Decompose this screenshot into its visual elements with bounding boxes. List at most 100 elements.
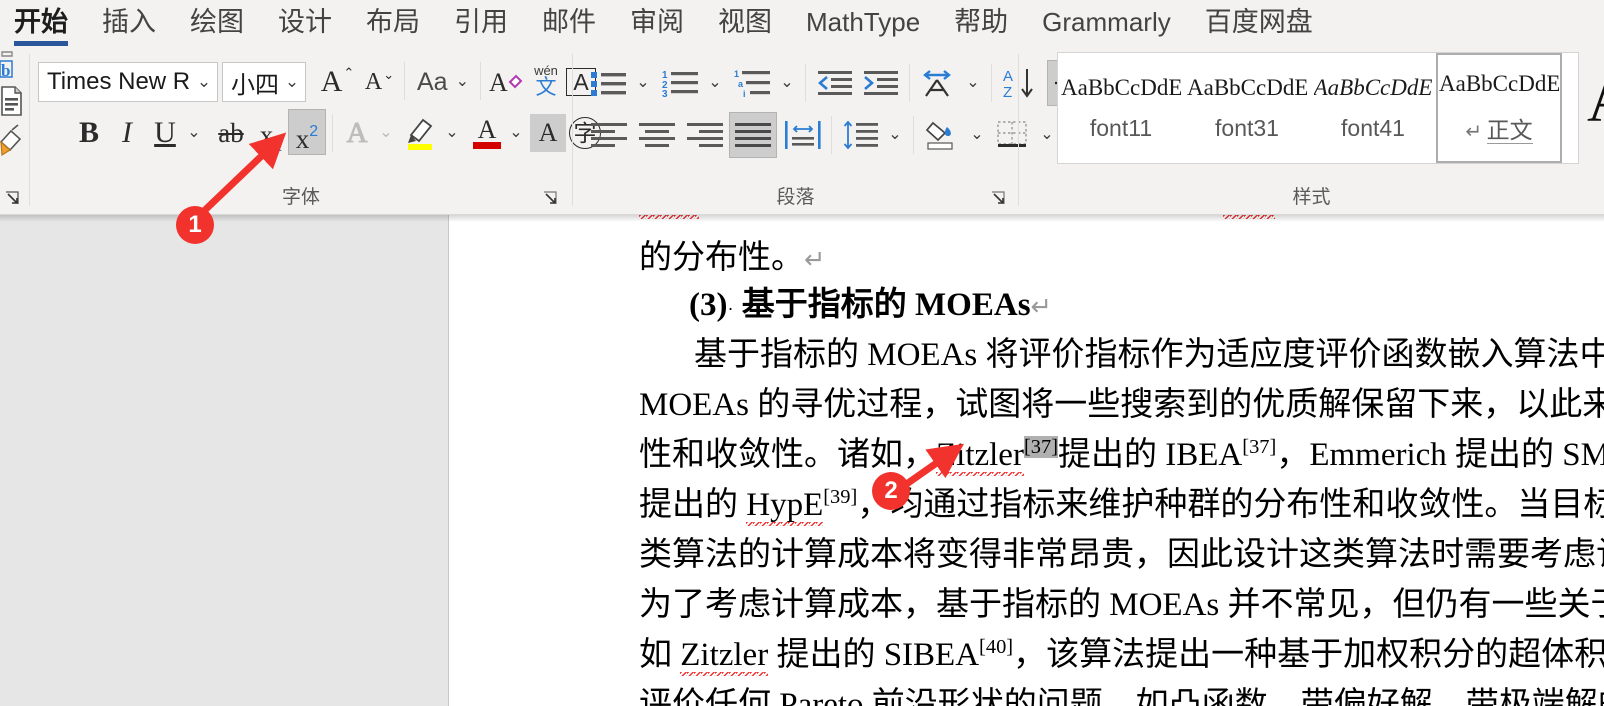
font-name-combo[interactable]: Times New Ror ⌄: [38, 62, 218, 102]
divider: [913, 116, 914, 154]
document-canvas[interactable]: 的分布性。↵ (3)· 基于指标的 MOEAs↵ 基于指标的 MOEAs 将评价…: [0, 215, 1604, 706]
paragraph-dialog-launcher[interactable]: [988, 189, 1008, 209]
align-right-button[interactable]: [683, 116, 727, 154]
align-left-button[interactable]: [587, 116, 631, 154]
annotation-badge-1: 1: [176, 206, 214, 244]
doc-line-9[interactable]: 如 Zitzler 提出的 SIBEA[40]，该算法提出一种基于加权积分的超体…: [639, 627, 1604, 679]
line-spacing-dropdown[interactable]: ⌄: [883, 116, 907, 154]
tab-shitu[interactable]: 视图: [704, 0, 786, 41]
styles-gallery[interactable]: AaBbCcDdEe font11 AaBbCcDdE font31 AaBbC…: [1057, 52, 1579, 164]
character-shading-button[interactable]: A: [530, 114, 566, 152]
chevron-down-icon[interactable]: ⌄: [970, 127, 983, 143]
doc-line-4[interactable]: MOEAs 的寻优过程，试图将一些搜索到的优质解保留下来，以此来维护种群: [639, 377, 1604, 425]
font-size-combo[interactable]: 小四 ⌄: [222, 62, 306, 102]
tab-huitu[interactable]: 绘图: [176, 0, 258, 41]
style-item-font41[interactable]: AaBbCcDdE font41: [1310, 53, 1436, 163]
distributed-button[interactable]: [781, 116, 825, 154]
align-center-button[interactable]: [635, 116, 679, 154]
change-case-button[interactable]: Aa ⌄: [412, 62, 474, 102]
justify-button[interactable]: [729, 112, 777, 158]
document-page[interactable]: 的分布性。↵ (3)· 基于指标的 MOEAs↵ 基于指标的 MOEAs 将评价…: [448, 215, 1604, 706]
doc-line-6[interactable]: 提出的 HypE[39]，均通过指标来维护种群的分布性和收敛性。当目标数量增加: [639, 477, 1604, 529]
tab-label: 视图: [718, 7, 772, 37]
shading-dropdown[interactable]: ⌄: [965, 116, 989, 154]
tab-baidu-netdisk[interactable]: 百度网盘: [1191, 0, 1327, 41]
chevron-down-icon[interactable]: ⌄: [636, 75, 649, 91]
chevron-down-icon[interactable]: ⌄: [191, 72, 217, 92]
italic-button[interactable]: I: [110, 114, 144, 152]
font-color-label: A: [477, 115, 497, 144]
tab-label: 审阅: [630, 7, 684, 37]
style-item-font11[interactable]: AaBbCcDdEe font11: [1058, 53, 1184, 163]
font-size-value: 小四: [231, 71, 279, 99]
font-dialog-launcher[interactable]: [540, 189, 560, 209]
multilevel-list-button[interactable]: 1 a i: [731, 64, 775, 102]
doc-line-2[interactable]: (3)· 基于指标的 MOEAs↵: [689, 277, 1052, 325]
tab-mathtype[interactable]: MathType: [792, 0, 934, 41]
tab-grammarly[interactable]: Grammarly: [1028, 0, 1185, 41]
doc-line-5[interactable]: 性和收敛性。诸如，Zitzler[37]提出的 IBEA[37]，Emmeric…: [639, 427, 1604, 479]
svg-text:3: 3: [662, 89, 668, 98]
grow-font-button[interactable]: A ⌃: [318, 62, 356, 102]
chevron-down-icon[interactable]: ⌄: [888, 127, 901, 143]
subscript-button[interactable]: x 2: [252, 114, 290, 155]
doc-line-3[interactable]: 基于指标的 MOEAs 将评价指标作为适应度评价函数嵌入算法中，用: [694, 327, 1604, 375]
chevron-down-icon[interactable]: ⌄: [445, 125, 458, 141]
decrease-indent-button[interactable]: [813, 64, 857, 102]
superscript-button[interactable]: x 2: [288, 109, 326, 155]
format-painter-icon[interactable]: [0, 124, 28, 163]
chevron-down-icon[interactable]: ⌄: [966, 75, 979, 91]
paste-icon[interactable]: b: [0, 50, 24, 85]
highlight-dropdown[interactable]: ⌄: [440, 114, 464, 152]
doc-line-1[interactable]: 的分布性。↵: [639, 230, 826, 278]
phonetic-guide-button[interactable]: wén 文: [528, 60, 564, 104]
strikethrough-button[interactable]: ab: [212, 114, 250, 152]
tab-bangzhu[interactable]: 帮助: [940, 0, 1022, 41]
text-effects-button[interactable]: A: [338, 114, 376, 152]
chevron-down-icon[interactable]: ⌄: [509, 125, 522, 141]
style-preview: AaBbCcDdEe: [1439, 71, 1559, 96]
clipboard-dialog-launcher[interactable]: [2, 189, 22, 209]
increase-indent-button[interactable]: [859, 64, 903, 102]
superscript-label: x: [295, 124, 310, 154]
tab-kaishi[interactable]: 开始: [0, 0, 82, 46]
text-effects-dropdown[interactable]: ⌄: [374, 114, 398, 152]
bullets-button[interactable]: [587, 64, 631, 102]
shading-button[interactable]: [921, 114, 965, 156]
chevron-down-icon[interactable]: ⌄: [780, 75, 793, 91]
styles-overflow-button[interactable]: A: [1587, 70, 1604, 132]
underline-button[interactable]: U: [148, 114, 182, 152]
bullets-dropdown[interactable]: ⌄: [631, 64, 655, 102]
multilevel-list-dropdown[interactable]: ⌄: [775, 64, 799, 102]
text-highlight-color-button[interactable]: [402, 112, 442, 154]
shrink-font-button[interactable]: A ⌄: [360, 62, 398, 102]
doc-line-10[interactable]: 评价任何 Pareto 前沿形状的问题，如凸函数、带偏好解、带极端解的问题等。B: [639, 677, 1604, 706]
tab-buju[interactable]: 布局: [352, 0, 434, 41]
caret-down-icon: ⌄: [383, 67, 395, 82]
tab-youjian[interactable]: 邮件: [528, 0, 610, 41]
tab-shenyue[interactable]: 审阅: [616, 0, 698, 41]
chinese-layout-dropdown[interactable]: ⌄: [961, 64, 985, 102]
copy-icon[interactable]: [0, 84, 28, 123]
style-item-zhengwen[interactable]: AaBbCcDdEe ↵ 正文: [1436, 53, 1562, 163]
bold-button[interactable]: B: [72, 114, 106, 152]
tab-charu[interactable]: 插入: [88, 0, 170, 41]
doc-line-8[interactable]: 为了考虑计算成本，基于指标的 MOEAs 并不常见，但仍有一些关于这类算法: [639, 577, 1604, 625]
style-item-font31[interactable]: AaBbCcDdE font31: [1184, 53, 1310, 163]
doc-line-7[interactable]: 类算法的计算成本将变得非常昂贵，因此设计这类算法时需要考虑计算成本: [639, 527, 1604, 575]
clear-formatting-button[interactable]: A: [486, 62, 526, 102]
numbering-dropdown[interactable]: ⌄: [703, 64, 727, 102]
chevron-down-icon[interactable]: ⌄: [456, 74, 469, 90]
chevron-down-icon[interactable]: ⌄: [279, 72, 305, 92]
chevron-down-icon[interactable]: ⌄: [708, 75, 721, 91]
tab-yinyong[interactable]: 引用: [440, 0, 522, 41]
tab-sheji[interactable]: 设计: [264, 0, 346, 41]
chinese-layout-button[interactable]: [917, 64, 961, 102]
numbering-button[interactable]: 1 2 3: [659, 64, 703, 102]
underline-dropdown[interactable]: ⌄: [182, 114, 206, 152]
line-spacing-button[interactable]: [839, 116, 883, 154]
font-color-button[interactable]: A: [468, 112, 506, 154]
font-color-dropdown[interactable]: ⌄: [504, 114, 528, 152]
chevron-down-icon[interactable]: ⌄: [187, 125, 200, 141]
chevron-down-icon[interactable]: ⌄: [379, 125, 392, 141]
